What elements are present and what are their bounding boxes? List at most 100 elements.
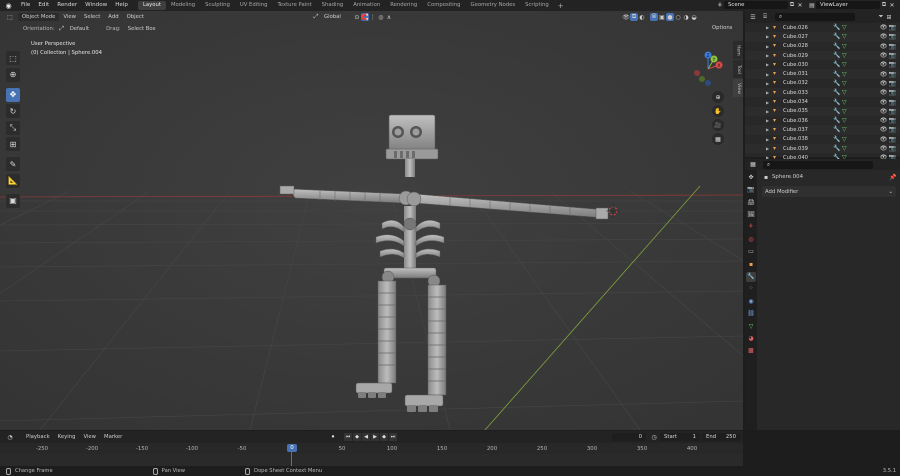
blender-logo-icon[interactable]: ◉ (4, 1, 13, 10)
tab-tool[interactable]: Tool (733, 60, 743, 78)
modifier-icon[interactable]: 🔧 (833, 126, 842, 133)
move-tool-icon[interactable]: ✥ (6, 87, 20, 102)
modifier-icon[interactable]: 🔧 (833, 71, 842, 78)
eye-icon[interactable]: 👁 (879, 52, 888, 59)
scale-tool-icon[interactable]: ⤡ (6, 120, 20, 135)
modifier-icon[interactable]: 🔧 (833, 24, 842, 31)
display-mode-icon[interactable]: ⌸ (761, 13, 769, 21)
mesh-data-icon[interactable]: ▽ (842, 61, 852, 68)
proportional-edit-icon[interactable]: ◎ (377, 13, 385, 21)
mesh-data-icon[interactable]: ▽ (842, 71, 852, 78)
filter-icon[interactable]: ⏷ (877, 13, 885, 21)
gizmo-toggle-icon[interactable]: ⧉ (630, 13, 638, 21)
outliner-row[interactable]: ▶ ▾ Cube.030 🔧 ▽ 👁 📷 (745, 60, 900, 69)
snap-target-icon[interactable]: ⋮ (369, 13, 377, 21)
eye-icon[interactable]: 👁 (879, 61, 888, 68)
outliner-item-name[interactable]: Cube.030 (783, 62, 833, 68)
outliner-row[interactable]: ▶ ▾ Cube.033 🔧 ▽ 👁 📷 (745, 88, 900, 98)
visibility-icon[interactable]: 👁 (622, 13, 630, 21)
add-modifier-dropdown[interactable]: Add Modifier ⌄ (762, 186, 896, 197)
mesh-data-icon[interactable]: ▽ (842, 136, 852, 143)
tab-animation[interactable]: Animation (348, 1, 385, 10)
particles-tab-icon[interactable]: ⁘ (746, 284, 756, 294)
camera-icon[interactable]: 📷 (888, 43, 897, 50)
drag-dropdown[interactable]: Select Box (124, 25, 160, 33)
view-layer-tab-icon[interactable]: 🖼 (746, 210, 756, 220)
world-tab-icon[interactable]: ◍ (746, 234, 756, 244)
annotate-tool-icon[interactable]: ✎ (6, 157, 20, 171)
outliner-row[interactable]: ▶ ▾ Cube.039 🔧 ▽ 👁 📷 (745, 143, 900, 154)
select-box-tool-icon[interactable]: ⬚ (6, 51, 20, 65)
eye-icon[interactable]: 👁 (879, 43, 888, 50)
camera-icon[interactable]: 📷 (888, 99, 897, 106)
constraints-tab-icon[interactable]: ⛓ (746, 309, 756, 319)
outliner-row[interactable]: ▶ ▾ Cube.031 🔧 ▽ 👁 📷 (745, 69, 900, 79)
expand-arrow-icon[interactable]: ▶ (766, 137, 769, 142)
expand-arrow-icon[interactable]: ▶ (766, 118, 769, 123)
mode-dropdown[interactable]: Object Mode (18, 13, 60, 21)
output-tab-icon[interactable]: 🖨 (746, 197, 756, 207)
mesh-data-icon[interactable]: ▽ (842, 108, 852, 115)
eye-icon[interactable]: 👁 (879, 145, 888, 152)
eye-icon[interactable]: 👁 (879, 24, 888, 31)
expand-arrow-icon[interactable]: ▶ (766, 62, 769, 67)
expand-arrow-icon[interactable]: ▶ (766, 34, 769, 39)
modifier-icon[interactable]: 🔧 (833, 52, 842, 59)
tab-uv-editing[interactable]: UV Editing (235, 1, 273, 10)
modifier-icon[interactable]: 🔧 (833, 61, 842, 68)
camera-icon[interactable]: 📷 (888, 89, 897, 96)
pan-hand-icon[interactable]: ✋ (712, 105, 724, 117)
outliner-item-name[interactable]: Cube.038 (783, 136, 833, 142)
eye-icon[interactable]: 👁 (879, 89, 888, 96)
expand-arrow-icon[interactable]: ▶ (766, 81, 769, 86)
solid-shading-icon[interactable]: ● (666, 13, 674, 21)
render-tab-icon[interactable]: 📷 (746, 185, 756, 195)
camera-icon[interactable]: 📷 (888, 117, 897, 124)
snap-icon[interactable]: 🧲 (360, 13, 369, 21)
measure-tool-icon[interactable]: 📐 (6, 173, 20, 188)
cursor-tool-icon[interactable]: ⊕ (6, 67, 20, 82)
outliner-item-name[interactable]: Cube.026 (783, 25, 833, 31)
rendered-shading-icon[interactable]: ◒ (690, 13, 698, 21)
outliner-item-name[interactable]: Cube.029 (783, 53, 833, 59)
modifier-tab-icon[interactable]: 🔧 (746, 271, 756, 282)
object-tab-icon[interactable]: ▪ (746, 259, 756, 269)
perspective-grid-icon[interactable]: ▦ (712, 133, 724, 145)
outliner-item-name[interactable]: Cube.027 (783, 34, 833, 40)
tab-sculpting[interactable]: Sculpting (200, 1, 235, 10)
mesh-data-icon[interactable]: ▽ (842, 52, 852, 59)
outliner-item-name[interactable]: Cube.039 (783, 146, 833, 152)
modifier-icon[interactable]: 🔧 (833, 80, 842, 87)
menu-object[interactable]: Object (123, 13, 148, 21)
tab-rendering[interactable]: Rendering (385, 1, 422, 10)
camera-view-icon[interactable]: 🎥 (712, 119, 724, 131)
outliner-item-name[interactable]: Cube.033 (783, 90, 833, 96)
expand-arrow-icon[interactable]: ▶ (766, 72, 769, 77)
eye-icon[interactable]: 👁 (879, 126, 888, 133)
menu-file[interactable]: File (17, 0, 34, 11)
outliner-row[interactable]: ▶ ▾ Cube.034 🔧 ▽ 👁 📷 (745, 97, 900, 106)
properties-editor-icon[interactable]: ▦ (749, 161, 757, 169)
playhead[interactable]: 0 (287, 444, 297, 452)
camera-icon[interactable]: 📷 (888, 126, 897, 133)
modifier-icon[interactable]: 🔧 (833, 99, 842, 106)
material-tab-icon[interactable]: ◕ (746, 333, 756, 343)
camera-icon[interactable]: 📷 (888, 71, 897, 78)
menu-help[interactable]: Help (111, 0, 132, 11)
eye-icon[interactable]: 👁 (879, 33, 888, 40)
expand-arrow-icon[interactable]: ▶ (766, 53, 769, 58)
tab-modeling[interactable]: Modeling (166, 1, 200, 10)
transform-orientation-dropdown[interactable]: Global (320, 13, 345, 21)
camera-icon[interactable]: 📷 (888, 52, 897, 59)
modifier-icon[interactable]: 🔧 (833, 89, 842, 96)
camera-icon[interactable]: 📷 (888, 33, 897, 40)
modifier-icon[interactable]: 🔧 (833, 136, 842, 143)
outliner-item-name[interactable]: Cube.037 (783, 127, 833, 133)
expand-arrow-icon[interactable]: ▶ (766, 109, 769, 114)
mesh-data-icon[interactable]: ▽ (842, 89, 852, 96)
xray-icon[interactable]: ▣ (658, 13, 666, 21)
new-collection-icon[interactable]: ⊞ (885, 13, 893, 21)
outliner-row[interactable]: ▶ ▾ Cube.038 🔧 ▽ 👁 📷 (745, 135, 900, 144)
outliner-row[interactable]: ▶ ▾ Cube.027 🔧 ▽ 👁 📷 (745, 32, 900, 42)
expand-arrow-icon[interactable]: ▶ (766, 146, 769, 151)
